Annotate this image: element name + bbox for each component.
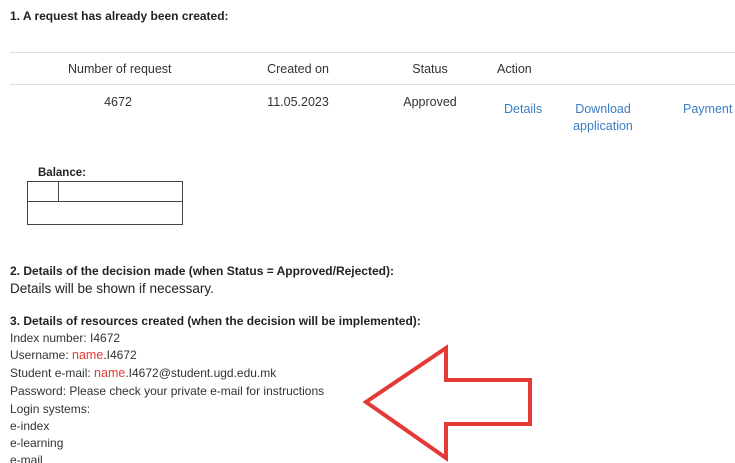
download-application-link[interactable]: Download application	[570, 101, 636, 135]
red-arrow-left-icon	[362, 344, 532, 462]
section3-title: 3. Details of resources created (when th…	[10, 314, 421, 328]
username-line: Username: name.I4672	[10, 348, 137, 362]
page: 1. A request has already been created: N…	[0, 0, 735, 463]
table-top-border	[10, 52, 735, 53]
header-number-of-request: Number of request	[68, 62, 172, 76]
balance-header-code: Code	[28, 182, 59, 201]
index-number: Index number: I4672	[10, 331, 121, 345]
table-header-border	[10, 84, 735, 85]
header-created-on: Created on	[267, 62, 329, 76]
email-suffix: .I4672@student.ugd.edu.mk	[125, 366, 277, 380]
password-line: Password: Please check your private e-ma…	[10, 384, 325, 398]
header-action: Action	[497, 62, 532, 76]
cell-status: Approved	[403, 95, 457, 109]
username-highlight: name	[72, 348, 104, 362]
balance-table: Code Finances (in denars)	[27, 181, 183, 225]
email-highlight: name	[94, 366, 126, 380]
balance-label: Balance:	[38, 167, 86, 179]
header-status: Status	[412, 62, 448, 76]
cell-created-on: 11.05.2023	[267, 95, 329, 109]
balance-table-body	[28, 202, 182, 224]
download-line-2: application	[573, 119, 633, 133]
e-mail-link[interactable]: e-mail	[10, 453, 43, 463]
login-systems-label: Login systems:	[10, 402, 91, 416]
balance-table-header: Code Finances (in denars)	[28, 182, 182, 202]
section2-title: 2. Details of the decision made (when St…	[10, 264, 394, 278]
decision-note: Details will be shown if necessary.	[10, 281, 214, 296]
email-line: Student e-mail: name.I4672@student.ugd.e…	[10, 366, 276, 380]
username-prefix: Username:	[10, 348, 73, 362]
balance-header-finances: Finances (in denars)	[60, 185, 172, 197]
download-line-1: Download	[575, 102, 631, 116]
username-suffix: .I4672	[103, 348, 137, 362]
e-learning-link[interactable]: e-learning	[10, 436, 63, 450]
section1-title: 1. A request has already been created:	[10, 9, 229, 23]
cell-request-number: 4672	[104, 95, 132, 109]
email-prefix: Student e-mail:	[10, 366, 95, 380]
payment-link[interactable]: Payment	[683, 101, 732, 118]
e-index-link[interactable]: e-index	[10, 419, 49, 433]
details-link[interactable]: Details	[504, 101, 542, 118]
